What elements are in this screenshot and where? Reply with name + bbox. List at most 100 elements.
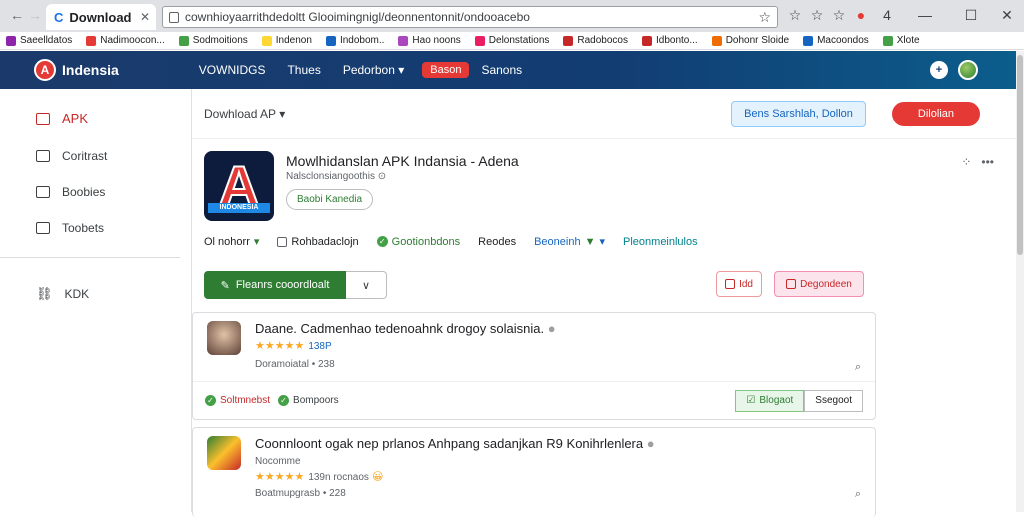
nav-badge[interactable]: Bason — [422, 62, 470, 78]
share-icon[interactable]: ⁘ — [961, 155, 971, 169]
bookmark-item[interactable]: Indenon — [261, 35, 312, 46]
check-circle-icon: ✓ — [376, 236, 388, 247]
chevron-down-icon: ▾ — [279, 106, 286, 121]
close-window-icon[interactable]: ✕ — [998, 7, 1016, 24]
meta-goot[interactable]: ✓ Gootionbdons — [376, 235, 461, 248]
app-info: A INDONESIA Mowlhidanslan APK Indansia -… — [204, 151, 994, 231]
sidebar-item-coritrast[interactable]: Coritrast — [36, 149, 107, 163]
bookmark-item[interactable]: Dohonr Sloide — [711, 35, 789, 46]
minimize-icon[interactable]: — — [916, 7, 934, 23]
site-logo[interactable]: A — [34, 59, 56, 81]
download-dropdown[interactable]: ∨ — [346, 271, 387, 299]
nav-downloads[interactable]: VOWNIDGS — [199, 63, 266, 77]
bookmark-item[interactable]: Macoondos — [803, 35, 869, 46]
meta-nohorr[interactable]: Ol nohorr ▾ — [204, 235, 259, 249]
bookmark-favicon-icon — [882, 35, 893, 46]
rating-stars: ★★★★★ 138P — [255, 340, 332, 352]
bookmark-item[interactable]: Xlote — [882, 35, 920, 46]
sidebar-item-label: Toobets — [62, 221, 105, 235]
sidebar-item-kdk[interactable]: ⛓ KDK — [36, 286, 89, 302]
primary-red-button[interactable]: Dilolian — [891, 101, 980, 126]
bookmark-star-icon[interactable]: ☆ — [758, 9, 771, 26]
back-icon[interactable]: ← — [8, 7, 26, 23]
meta-label: Gootionbdons — [391, 235, 461, 248]
sidebar-item-label: Coritrast — [62, 149, 108, 163]
attachment-icon[interactable]: ⌕ — [855, 488, 861, 501]
chevron-down-icon: ∨ — [361, 279, 371, 292]
bookmark-label: Indobom.. — [339, 35, 385, 46]
nav-dropdown[interactable]: Pedorbon ▾ — [343, 63, 404, 77]
emoji-icon: 😀 — [371, 471, 384, 483]
profile-icon[interactable]: ● — [852, 7, 870, 23]
plus-icon[interactable]: + — [930, 61, 948, 79]
page-scrollbar[interactable] — [1016, 51, 1024, 512]
info-icon[interactable]: ⊙ — [378, 171, 386, 182]
add-button[interactable]: Idd — [716, 271, 762, 297]
sidebar-item-boobies[interactable]: Boobies — [36, 185, 105, 199]
page-info-icon[interactable] — [169, 11, 179, 23]
forward-icon[interactable]: → — [26, 7, 44, 23]
bookmark-label: Radobocos — [577, 35, 628, 46]
bookmark-item[interactable]: Radobocos — [563, 35, 628, 46]
rating-count: 139n rocnaos — [308, 472, 369, 483]
link-icon: ⛓ — [36, 286, 53, 301]
extension-icon-2[interactable]: ☆ — [808, 7, 826, 24]
bookmark-item[interactable]: Delonstations — [474, 35, 549, 46]
list-icon — [36, 222, 50, 234]
review-title: Daane. Cadmenhao tedenoahnk drogoy solai… — [255, 321, 556, 336]
app-logo-strip: INDONESIA — [208, 203, 270, 213]
meta-pleon[interactable]: Pleonmeinlulos — [623, 235, 698, 248]
bookmark-item[interactable]: Indobom.. — [325, 35, 385, 46]
bookmark-item[interactable]: Saeelldatos — [6, 35, 72, 46]
sidebar: APK Coritrast Boobies Toobets ⛓ KDK — [0, 89, 192, 512]
sidebar-item-apk[interactable]: APK — [36, 111, 88, 126]
site-brand[interactable]: Indensia — [62, 62, 119, 78]
bookmark-item[interactable]: Nadimoocon... — [86, 35, 165, 46]
bookmark-favicon-icon — [711, 35, 722, 46]
user-avatar[interactable] — [958, 60, 978, 80]
meta-label: Ol nohorr — [204, 235, 250, 248]
meta-beoneinh[interactable]: Beoneinh ▼ ▾ — [534, 235, 605, 249]
maximize-icon[interactable]: ☐ — [962, 7, 980, 24]
bookmark-item[interactable]: Hao noons — [398, 35, 461, 46]
sidebar-item-toobets[interactable]: Toobets — [36, 221, 104, 235]
pencil-icon: ✎ — [220, 279, 230, 292]
site-header: A Indensia VOWNIDGS Thues Pedorbon ▾ Bas… — [0, 51, 1024, 89]
image-icon — [36, 186, 50, 198]
share-button[interactable]: Bens Sarshlah, Dollon — [731, 100, 866, 127]
bookmark-favicon-icon — [474, 35, 485, 46]
nav-sanons[interactable]: Sanons — [481, 63, 522, 77]
review-meta: Doramoiatal • 238 — [255, 359, 335, 370]
download-button[interactable]: ✎ Fleanrs cooordloalt — [204, 271, 346, 299]
main-toolbar: Dowhload AP ▾ Bens Sarshlah, Dollon Dilo… — [192, 89, 1024, 139]
address-bar[interactable]: cownhioyaarrithdedoltt Glooimingnigl/deo… — [162, 6, 778, 28]
nav-themes[interactable]: Thues — [287, 63, 320, 77]
review-card: Daane. Cadmenhao tedenoahnk drogoy solai… — [192, 312, 876, 420]
scrollbar-thumb[interactable] — [1017, 55, 1023, 255]
browser-tab[interactable]: C Download ✕ — [46, 4, 156, 30]
bookmark-item[interactable]: Idbonto... — [641, 35, 698, 46]
meta-rohbad[interactable]: Rohbadaclojn — [277, 235, 359, 248]
bookmark-favicon-icon — [261, 35, 272, 46]
app-subtitle: Nalsclonsiangoothis ⊙ — [286, 171, 386, 182]
app-chip[interactable]: Baobi Kanedia — [286, 189, 374, 210]
extension-icon[interactable]: ☆ — [786, 7, 804, 24]
download-tray-icon[interactable]: 4 — [878, 7, 896, 23]
app-options[interactable]: ⁘ ••• — [961, 155, 994, 169]
download-select[interactable]: Dowhload AP ▾ — [204, 107, 285, 121]
meta-reodes[interactable]: Reodes — [478, 235, 516, 248]
attachment-icon[interactable]: ⌕ — [855, 361, 861, 374]
suggest-button[interactable]: Ssegoot — [804, 389, 863, 412]
extension-icon-3[interactable]: ☆ — [830, 7, 848, 24]
info-icon[interactable]: ● — [647, 436, 655, 451]
info-icon[interactable]: ● — [548, 321, 556, 336]
bookmark-item[interactable]: Sodmoitions — [178, 35, 248, 46]
support-button[interactable]: ☑ Blogaot — [735, 389, 805, 412]
close-tab-icon[interactable]: ✕ — [140, 10, 150, 24]
report-button[interactable]: Degondeen — [774, 271, 864, 297]
more-icon[interactable]: ••• — [981, 155, 994, 169]
checkbox-icon[interactable] — [277, 236, 288, 247]
check-circle-icon: ✓ — [278, 395, 290, 406]
chevron-down-icon: ▾ — [398, 63, 405, 77]
bookmarks-bar: Saeelldatos Nadimoocon... Sodmoitions Inden… — [0, 32, 1024, 50]
